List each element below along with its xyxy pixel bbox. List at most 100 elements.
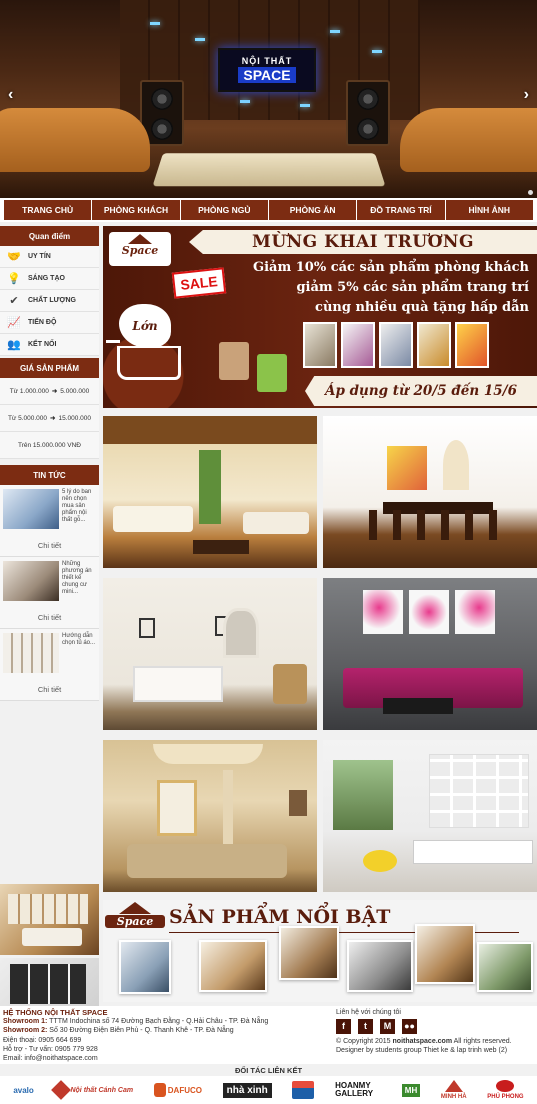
promo-photo: [303, 322, 337, 368]
copyright-site-link[interactable]: noithatspace.com: [393, 1038, 453, 1045]
tv-screen: NỘI THẤT SPACE: [218, 48, 316, 92]
wall-frame: [139, 618, 155, 638]
news-thumbnail[interactable]: [3, 561, 59, 601]
price-from: Từ 5.000.000: [7, 414, 48, 422]
banner-title: MỪNG KHAI TRƯƠNG: [252, 232, 474, 252]
users-icon: 👥: [7, 339, 21, 351]
nav-item-do-trang-tri[interactable]: ĐỒ TRANG TRÍ: [357, 200, 446, 220]
sidebar-item-sang-tao[interactable]: 💡 SÁNG TẠO: [0, 268, 99, 290]
gallery-photo-sofa[interactable]: [323, 578, 537, 730]
mirror: [223, 608, 259, 658]
flickr-icon[interactable]: ●●: [402, 1019, 417, 1034]
featured-thumbnail[interactable]: [119, 940, 171, 994]
news-detail-link[interactable]: Chi tiết: [0, 613, 99, 622]
partner-logo-avalo[interactable]: avalo: [13, 1086, 33, 1095]
gallery-photo-classic-living[interactable]: [103, 740, 317, 892]
footer-heading: HỆ THỐNG NỘI THẤT SPACE: [3, 1008, 108, 1017]
nav-item-phong-ngu[interactable]: PHÒNG NGỦ: [180, 200, 269, 220]
partner-logo-canh-cam[interactable]: Nội thất Cánh Cam: [51, 1080, 133, 1100]
news-item[interactable]: 5 lý do ban nên chọn mua sản phẩm nội th…: [0, 485, 99, 557]
partner-logos: avalo Nội thất Cánh Cam DAFUCO nhà xinh …: [0, 1076, 537, 1104]
gmail-icon[interactable]: M: [380, 1019, 395, 1034]
partner-logo-phu-phong[interactable]: PHÚ PHONG: [487, 1080, 524, 1100]
featured-products: Space SẢN PHẨM NỔI BẬT: [103, 900, 537, 1002]
footer-email[interactable]: Email: info@noithatspace.com: [3, 1054, 268, 1063]
sidebar-item-label: UY TÍN: [28, 253, 51, 260]
news-detail-link[interactable]: Chi tiết: [0, 685, 99, 694]
gallery-photo-bedroom[interactable]: [103, 578, 317, 730]
space-logo: Space: [105, 902, 165, 936]
promo-line-3: cùng nhiều quà tặng hấp dẫn: [315, 300, 529, 315]
sidebar-item-label: CHẤT LƯỢNG: [28, 297, 76, 304]
nav-item-hinh-anh[interactable]: HÌNH ẢNH: [445, 200, 533, 220]
news-excerpt: Những phương án thiết kế chung cư mini..…: [62, 561, 92, 595]
sofa-right: [400, 108, 537, 172]
sidebar-item-ket-noi[interactable]: 👥 KẾT NỐI: [0, 334, 99, 356]
featured-thumbnail[interactable]: [279, 926, 339, 980]
sidebar-promo-image[interactable]: [0, 884, 99, 955]
news-thumbnail[interactable]: [3, 633, 59, 673]
gallery-photo-shelf-room[interactable]: [323, 740, 537, 892]
news-detail-link[interactable]: Chi tiết: [0, 541, 99, 550]
sidebar-item-label: TIẾN ĐỘ: [28, 319, 57, 326]
shopping-bag-icon: [219, 342, 249, 380]
news-thumbnail[interactable]: [3, 489, 59, 529]
price-from: Trên 15.000.000 VNĐ: [18, 441, 81, 449]
wall-art: [387, 446, 427, 490]
price-filter-5-15m[interactable]: Từ 5.000.000 ➜ 15.000.000: [0, 405, 99, 432]
arrow-right-icon: ➜: [51, 388, 58, 395]
yellow-pouf: [363, 850, 397, 872]
nav-item-phong-an[interactable]: PHÒNG ĂN: [268, 200, 358, 220]
partner-logo-mh[interactable]: MH: [401, 1083, 421, 1097]
news-item[interactable]: Hướng dẫn chọn tủ áo... Chi tiết: [0, 629, 99, 701]
twitter-icon[interactable]: t: [358, 1019, 373, 1034]
lightbulb-icon: 💡: [7, 273, 21, 285]
sidebar-item-chat-luong[interactable]: ✔ CHẤT LƯỢNG: [0, 290, 99, 312]
nav-item-phong-khach[interactable]: PHÒNG KHÁCH: [92, 200, 181, 220]
gallery-photo-dining-room[interactable]: [323, 416, 537, 568]
footer-phone: Điện thoại: 0905 664 699: [3, 1036, 82, 1044]
arrow-right-icon: ➜: [50, 415, 56, 422]
featured-thumbnail[interactable]: [415, 924, 475, 984]
price-filter-1-5m[interactable]: Từ 1.000.000 ➜ 5.000.000: [0, 378, 99, 405]
phu-phong-logo-icon: [496, 1080, 515, 1092]
sidebar-item-tien-do[interactable]: 📈 TIẾN ĐỘ: [0, 312, 99, 334]
hero-light: [240, 100, 250, 103]
logo-text: Space: [121, 244, 159, 257]
news-item[interactable]: Những phương án thiết kế chung cư mini..…: [0, 557, 99, 629]
slider-dot[interactable]: [528, 190, 533, 195]
gallery-photo-living-room[interactable]: [103, 416, 317, 568]
showroom-label: Showroom 2:: [3, 1027, 48, 1035]
partner-logo-nha-xinh[interactable]: nhà xinh: [222, 1082, 272, 1098]
sofa-set: [127, 844, 287, 878]
partner-logo-dafuco[interactable]: DAFUCO: [153, 1083, 202, 1097]
promo-banner[interactable]: Space MỪNG KHAI TRƯƠNG SALE Giảm 10% các…: [103, 226, 537, 408]
banner-title-ribbon: MỪNG KHAI TRƯƠNG: [189, 230, 537, 254]
promo-photo: [417, 322, 451, 368]
partner-name: PHÚ PHONG: [487, 1094, 524, 1100]
column: [223, 770, 233, 850]
promo-line-1: Giảm 10% các sản phẩm phòng khách: [253, 260, 529, 275]
partner-logo-hoanmy[interactable]: HOANMY GALLERY: [335, 1082, 381, 1098]
featured-thumbnail[interactable]: [347, 940, 413, 992]
featured-thumbnail[interactable]: [477, 942, 533, 992]
hero-light: [195, 38, 205, 41]
bed: [133, 666, 223, 702]
featured-thumbnail[interactable]: [199, 940, 267, 992]
sidebar-promo-image[interactable]: [0, 958, 99, 1008]
sidebar-item-uy-tin[interactable]: 🤝 UY TÍN: [0, 246, 99, 268]
nav-item-trang-chu[interactable]: TRANG CHỦ: [4, 200, 93, 220]
partner-logo-ship[interactable]: [292, 1081, 315, 1099]
slider-prev-arrow-icon[interactable]: ‹: [8, 86, 13, 104]
coffee-table: [152, 153, 386, 187]
partner-logo-minh-ha[interactable]: MINH HÀ: [441, 1080, 467, 1100]
house-roof-icon: [119, 902, 151, 914]
slider-next-arrow-icon[interactable]: ›: [524, 86, 529, 104]
partner-name: MH: [404, 1085, 418, 1095]
quan-diem-heading: Quan điểm: [0, 226, 99, 246]
showroom-address: Số 30 Đường Điện Biên Phủ - Q. Thanh Khê…: [49, 1027, 234, 1035]
facebook-icon[interactable]: f: [336, 1019, 351, 1034]
ceiling: [103, 416, 317, 444]
price-filter-over-15m[interactable]: Trên 15.000.000 VNĐ: [0, 432, 99, 459]
promo-photo: [379, 322, 413, 368]
